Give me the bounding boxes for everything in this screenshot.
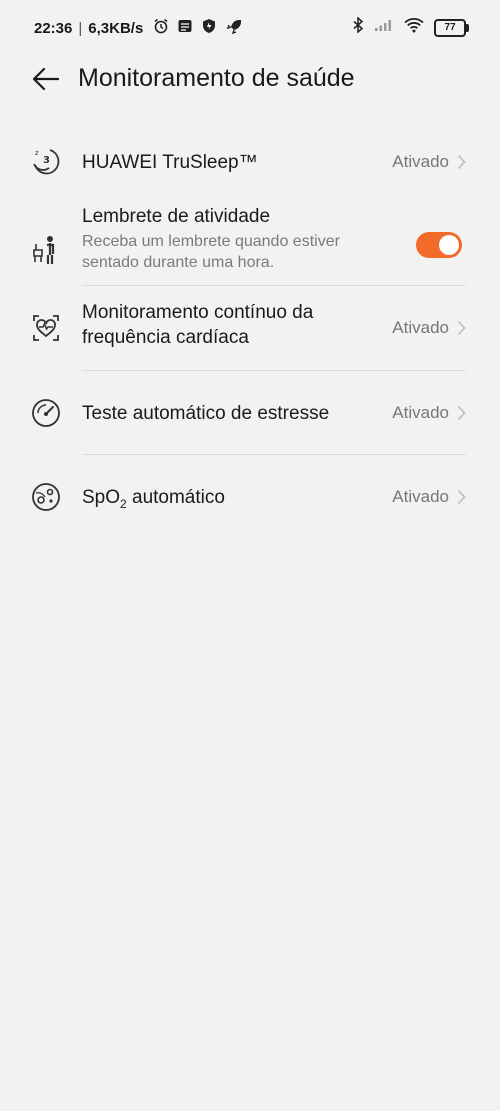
wifi-icon <box>404 17 424 38</box>
person-sitting-icon <box>28 232 64 268</box>
bluetooth-icon <box>352 16 364 38</box>
activity-reminder-toggle[interactable] <box>416 232 462 258</box>
list-item-title: Lembrete de atividade <box>82 206 271 227</box>
status-value: Ativado <box>392 487 449 506</box>
title-prefix: SpO <box>82 487 121 508</box>
list-item-text: Lembrete de atividade Receba um lembrete… <box>82 204 340 273</box>
shield-icon <box>201 18 217 38</box>
status-time: 22:36 <box>34 19 73 37</box>
chevron-right-icon <box>457 154 466 170</box>
list-item-value: Ativado <box>392 318 466 338</box>
app-header: Monitoramento de saúde <box>0 56 500 102</box>
arrow-left-icon <box>32 67 60 91</box>
status-notification-icons <box>153 18 243 38</box>
gauge-icon <box>28 395 64 431</box>
status-network-speed: 6,3KB/s <box>88 19 144 37</box>
list-item-stress-test[interactable]: Teste automático de estresse Ativado <box>0 371 500 455</box>
list-item-text: HUAWEI TruSleep™ <box>82 150 258 175</box>
list-item-activity-reminder[interactable]: Lembrete de atividade Receba um lembrete… <box>0 204 500 286</box>
list-item-value: Ativado <box>392 152 466 172</box>
message-icon <box>177 18 193 38</box>
page-title: Monitoramento de saúde <box>78 64 355 92</box>
list-item-title: HUAWEI TruSleep™ <box>82 152 258 173</box>
list-item-value: Ativado <box>392 487 466 507</box>
settings-list: 3z HUAWEI TruSleep™ Ativado Lembrete de … <box>0 120 500 539</box>
battery-indicator: 77 <box>434 18 469 37</box>
description-line-1: Receba um lembrete quando estiver <box>82 233 340 250</box>
title-subscript: 2 <box>120 496 127 511</box>
heart-rate-icon <box>28 310 64 346</box>
status-value: Ativado <box>392 318 449 337</box>
list-item-description: Receba um lembrete quando estiver sentad… <box>82 231 340 273</box>
list-item-title-line-2: frequência cardíaca <box>82 327 249 348</box>
status-separator: | <box>78 19 83 37</box>
list-item-title: SpO2 automático <box>82 485 225 517</box>
svg-text:z: z <box>35 149 39 157</box>
list-item-title: Teste automático de estresse <box>82 403 330 424</box>
list-item-trusleep[interactable]: 3z HUAWEI TruSleep™ Ativado <box>0 120 500 204</box>
sleep-moon-icon: 3z <box>28 144 64 180</box>
chevron-right-icon <box>457 320 466 336</box>
description-line-2: sentado durante uma hora. <box>82 254 275 271</box>
rocket-icon <box>225 18 243 38</box>
back-button[interactable] <box>26 62 66 96</box>
blood-oxygen-icon <box>28 479 64 515</box>
chevron-right-icon <box>457 489 466 505</box>
status-bar: 22:36 | 6,3KB/s 77 <box>0 0 500 56</box>
list-item-text: SpO2 automático <box>82 485 225 517</box>
title-suffix: automático <box>126 487 225 508</box>
status-right: 77 <box>352 16 469 38</box>
status-value: Ativado <box>392 152 449 171</box>
list-item-text: Monitoramento contínuo da frequência car… <box>82 300 313 350</box>
list-item-spo2[interactable]: SpO2 automático Ativado <box>0 455 500 539</box>
list-item-heart-rate[interactable]: Monitoramento contínuo da frequência car… <box>0 286 500 371</box>
chevron-right-icon <box>457 405 466 421</box>
alarm-icon <box>153 18 169 38</box>
list-item-title-line-1: Monitoramento contínuo da <box>82 302 314 323</box>
signal-icon <box>374 18 394 37</box>
status-left: 22:36 | 6,3KB/s <box>34 18 243 38</box>
status-value: Ativado <box>392 403 449 422</box>
toggle-knob <box>439 235 459 255</box>
list-item-text: Teste automático de estresse <box>82 401 329 426</box>
list-item-value: Ativado <box>392 403 466 423</box>
svg-text:3: 3 <box>43 155 50 166</box>
